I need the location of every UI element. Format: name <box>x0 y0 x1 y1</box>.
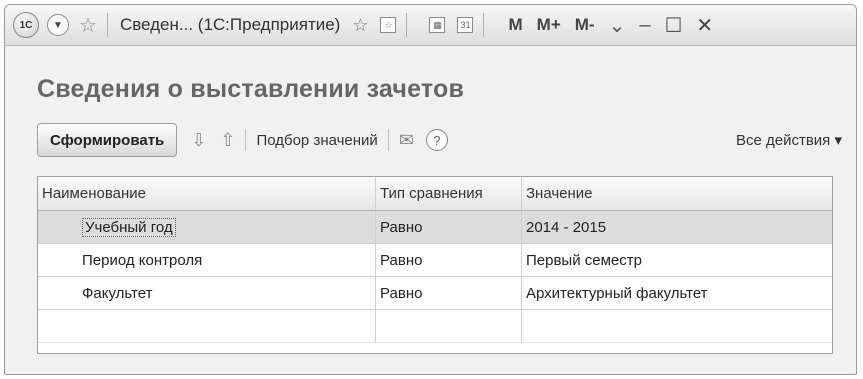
table-row[interactable]: Факультет Равно Архитектурный факультет <box>38 277 832 310</box>
row-comparison[interactable]: Равно <box>376 211 522 243</box>
empty-cell <box>38 310 376 342</box>
page-title: Сведения о выставлении зачетов <box>37 75 465 103</box>
calendar-icon[interactable]: 31 <box>457 17 474 33</box>
titlebar-separator <box>106 13 108 37</box>
command-separator <box>245 129 247 151</box>
favorites-star-icon[interactable]: ☆ <box>352 15 368 36</box>
row-comparison[interactable]: Равно <box>376 277 522 309</box>
empty-cell <box>376 310 522 342</box>
app-logo-icon[interactable]: 1С <box>13 12 39 38</box>
table-header: Наименование Тип сравнения Значение <box>38 177 832 211</box>
more-dropdown-icon[interactable]: ⌄ <box>609 13 626 38</box>
titlebar-separator <box>483 13 485 37</box>
empty-cell <box>522 310 832 342</box>
titlebar-separator <box>406 13 408 37</box>
memory-minus-button[interactable]: M- <box>575 15 595 35</box>
link-icon[interactable]: ☆ <box>380 17 397 33</box>
row-value[interactable]: Первый семестр <box>522 244 832 276</box>
main-menu-dropdown-icon[interactable]: ▼ <box>47 14 69 36</box>
all-actions-menu[interactable]: Все действия ▾ <box>736 131 842 149</box>
command-bar: Сформировать ⇩ ⇧ Подбор значений ✉ ? Все… <box>37 123 842 157</box>
memory-button[interactable]: M <box>508 15 522 35</box>
row-comparison[interactable]: Равно <box>376 244 522 276</box>
table-row[interactable]: Период контроля Равно Первый семестр <box>38 244 832 277</box>
print-icon[interactable]: ✉ <box>399 130 414 151</box>
help-icon[interactable]: ? <box>425 129 448 151</box>
command-separator <box>387 129 389 151</box>
save-settings-icon[interactable]: ⇧ <box>220 130 235 151</box>
title-bar: 1С ▼ ☆ Сведен... (1С:Предприятие) ☆ ☆ ▦ … <box>5 5 856 46</box>
maximize-icon[interactable]: ☐ <box>664 13 682 38</box>
window-title: Сведен... (1С:Предприятие) <box>119 15 341 34</box>
row-value[interactable]: 2014 - 2015 <box>522 211 832 243</box>
calculator-icon[interactable]: ▦ <box>429 17 446 33</box>
favorite-star-icon[interactable]: ☆ <box>79 13 97 38</box>
row-value[interactable]: Архитектурный факультет <box>522 277 832 309</box>
empty-row[interactable] <box>38 310 832 343</box>
select-values-button[interactable]: Подбор значений <box>256 132 377 149</box>
column-header-name[interactable]: Наименование <box>38 177 376 210</box>
close-icon[interactable]: ✕ <box>696 13 713 38</box>
column-header-value[interactable]: Значение <box>522 177 832 210</box>
minimize-icon[interactable]: – <box>639 14 650 37</box>
app-window: 1С ▼ ☆ Сведен... (1С:Предприятие) ☆ ☆ ▦ … <box>4 4 857 375</box>
row-name[interactable]: Период контроля <box>38 244 376 276</box>
generate-button[interactable]: Сформировать <box>37 123 178 157</box>
row-name-cell[interactable]: Учебный год <box>38 211 376 243</box>
column-header-comparison[interactable]: Тип сравнения <box>376 177 522 210</box>
row-name[interactable]: Факультет <box>38 277 376 309</box>
table-row[interactable]: Учебный год Равно 2014 - 2015 <box>38 211 832 244</box>
row-name: Учебный год <box>82 217 176 237</box>
selection-table: Наименование Тип сравнения Значение Учеб… <box>37 176 833 354</box>
load-settings-icon[interactable]: ⇩ <box>191 130 206 151</box>
memory-plus-button[interactable]: M+ <box>537 15 561 35</box>
